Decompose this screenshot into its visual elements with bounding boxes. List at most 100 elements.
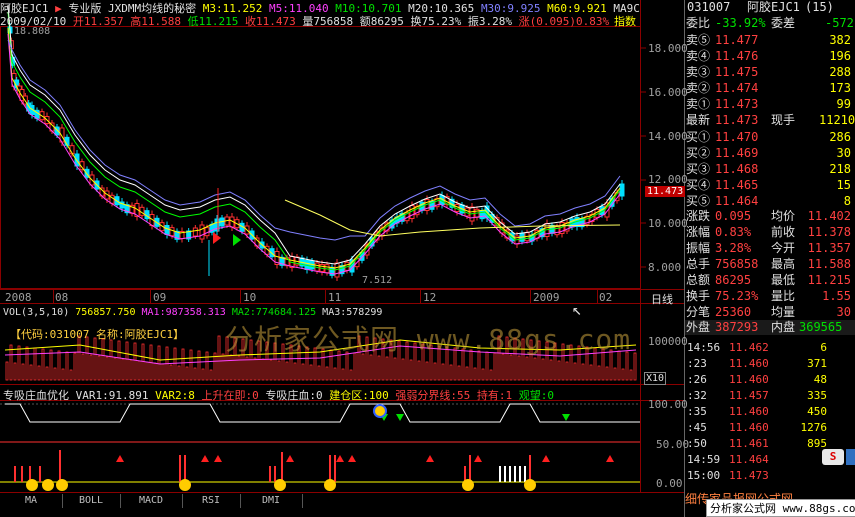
- volume-bar: [525, 356, 529, 381]
- smiley-icon: [462, 479, 474, 491]
- last-price-marker: 11.473: [645, 186, 686, 197]
- ask-label: 卖④: [686, 49, 711, 63]
- volume-bar: [25, 346, 29, 381]
- weicha-value: -572: [825, 16, 854, 30]
- bid-label: 买⑤: [686, 194, 711, 208]
- vol-title[interactable]: VOL(3,5,10): [3, 307, 69, 318]
- volume-bar: [605, 366, 609, 381]
- ind-build: 建仓区:100: [329, 389, 389, 402]
- volume-bar: [261, 358, 265, 381]
- ask-volume: 196: [829, 49, 851, 63]
- bar-info: 2009/02/10 开11.357 高11.588 低11.215 收11.4…: [0, 13, 640, 28]
- tab-dmi[interactable]: DMI: [240, 494, 303, 508]
- bid-row[interactable]: 买① 11.470 286: [685, 130, 855, 145]
- site-badge[interactable]: 分析家公式网 www.88gs.com: [706, 499, 855, 517]
- tick-row: :45 11.460 1276: [685, 420, 855, 435]
- tick-price: 11.460: [729, 405, 769, 418]
- period-label[interactable]: 日线: [651, 291, 673, 307]
- tab-rsi[interactable]: RSI: [182, 494, 241, 508]
- volume-bar: [325, 366, 329, 381]
- title-bar: 阿胶EJC1 ▶ 专业版 JXDMM均线的秘密 M3:11.252 M5:11.…: [0, 0, 640, 15]
- quote-title[interactable]: 阿胶EJC1: [747, 0, 800, 15]
- stat-label: 均价: [771, 209, 796, 223]
- volume-bar: [157, 345, 161, 381]
- bid-row[interactable]: 买⑤ 11.464 8: [685, 194, 855, 209]
- tick-row: :35 11.460 450: [685, 404, 855, 419]
- volume-bar: [285, 361, 289, 381]
- volume-bar: [417, 360, 421, 381]
- quote-code: 031007: [687, 0, 731, 14]
- volume-bar: [573, 362, 577, 381]
- volume-bar: [597, 365, 601, 381]
- side-tab-icon[interactable]: [846, 449, 855, 465]
- ask-row[interactable]: 卖⑤ 11.477 382: [685, 33, 855, 48]
- volume-bar: [473, 367, 477, 381]
- ask-row[interactable]: 卖② 11.474 173: [685, 81, 855, 96]
- bid-row[interactable]: 买③ 11.468 218: [685, 162, 855, 177]
- volume-bar: [457, 365, 461, 381]
- stat-label: 前收: [771, 225, 796, 239]
- low-label: 7.512: [362, 275, 393, 286]
- inner-value: 369565: [799, 320, 843, 334]
- bar-open: 开11.357: [72, 15, 124, 28]
- tick-price: 11.460: [729, 421, 769, 434]
- tick-volume: 48: [813, 373, 827, 386]
- outer-inner-row: 外盘 387293 内盘 369565: [685, 320, 855, 335]
- tick-time: :50: [687, 437, 707, 450]
- stat-label: 振幅: [686, 241, 711, 255]
- volume-bar: [133, 342, 137, 381]
- tab-boll[interactable]: BOLL: [62, 494, 121, 508]
- tick-time: :35: [687, 405, 707, 418]
- tick-price: 11.457: [729, 389, 769, 402]
- x-label: 11: [328, 291, 342, 304]
- bar-turnover: 换75.23%: [410, 15, 462, 28]
- tab-macd[interactable]: MACD: [120, 494, 183, 508]
- volume-bar: [549, 359, 553, 381]
- ask-row[interactable]: 卖④ 11.476 196: [685, 49, 855, 64]
- bid-volume: 286: [829, 130, 851, 144]
- vol-ma3: MA3:578299: [322, 307, 383, 318]
- ind-title[interactable]: 专吸庄血优化: [3, 389, 69, 402]
- stat-row: 总手 756858 最高 11.588: [685, 257, 855, 272]
- stat-value: 11.588: [807, 257, 851, 271]
- volume-bar: [137, 360, 141, 381]
- tick-time: :23: [687, 357, 707, 370]
- stat-row: 涨幅 0.83% 前收 11.378: [685, 225, 855, 240]
- sogou-icon[interactable]: S: [822, 449, 844, 465]
- ask-row[interactable]: 卖① 11.473 99: [685, 97, 855, 112]
- ma30-line: [7, 39, 621, 241]
- ind-up: 上升在即:0: [201, 389, 259, 402]
- up-signal-icon: [606, 455, 614, 462]
- bid-row[interactable]: 买② 11.469 30: [685, 146, 855, 161]
- tick-volume: 1276: [800, 421, 828, 434]
- ask-price: 11.477: [715, 33, 759, 47]
- volume-bar: [181, 348, 185, 381]
- ask-volume: 99: [836, 97, 851, 111]
- volume-bar: [333, 367, 337, 381]
- bid-row[interactable]: 买④ 11.465 15: [685, 178, 855, 193]
- volume-bar: [177, 365, 181, 381]
- tick-row: :32 11.457 335: [685, 388, 855, 403]
- stat-label: 最高: [771, 257, 796, 271]
- stat-label: 总额: [686, 273, 711, 287]
- high-label: 18.808: [14, 26, 51, 37]
- tick-row: 15:00 11.473: [685, 468, 855, 483]
- stat-value: 3.28%: [715, 241, 752, 255]
- y-tick: 18.000: [648, 42, 688, 55]
- stat-label: 涨幅: [686, 225, 711, 239]
- ask-label: 卖②: [686, 81, 711, 95]
- volume-bar: [89, 354, 93, 381]
- stat-value: 756858: [715, 257, 759, 271]
- stat-value: 11.357: [807, 241, 851, 255]
- volume-bar: [73, 352, 77, 381]
- tick-volume: 335: [807, 389, 827, 402]
- volume-bar: [377, 355, 381, 381]
- tab-ma[interactable]: MA: [0, 494, 63, 508]
- bar-low: 低11.215: [187, 15, 239, 28]
- volume-bar: [465, 366, 469, 381]
- ask-label: 卖③: [686, 65, 711, 79]
- volume-bar: [153, 362, 157, 381]
- bid-volume: 218: [829, 162, 851, 176]
- volume-bar: [589, 364, 593, 381]
- ask-row[interactable]: 卖③ 11.475 288: [685, 65, 855, 80]
